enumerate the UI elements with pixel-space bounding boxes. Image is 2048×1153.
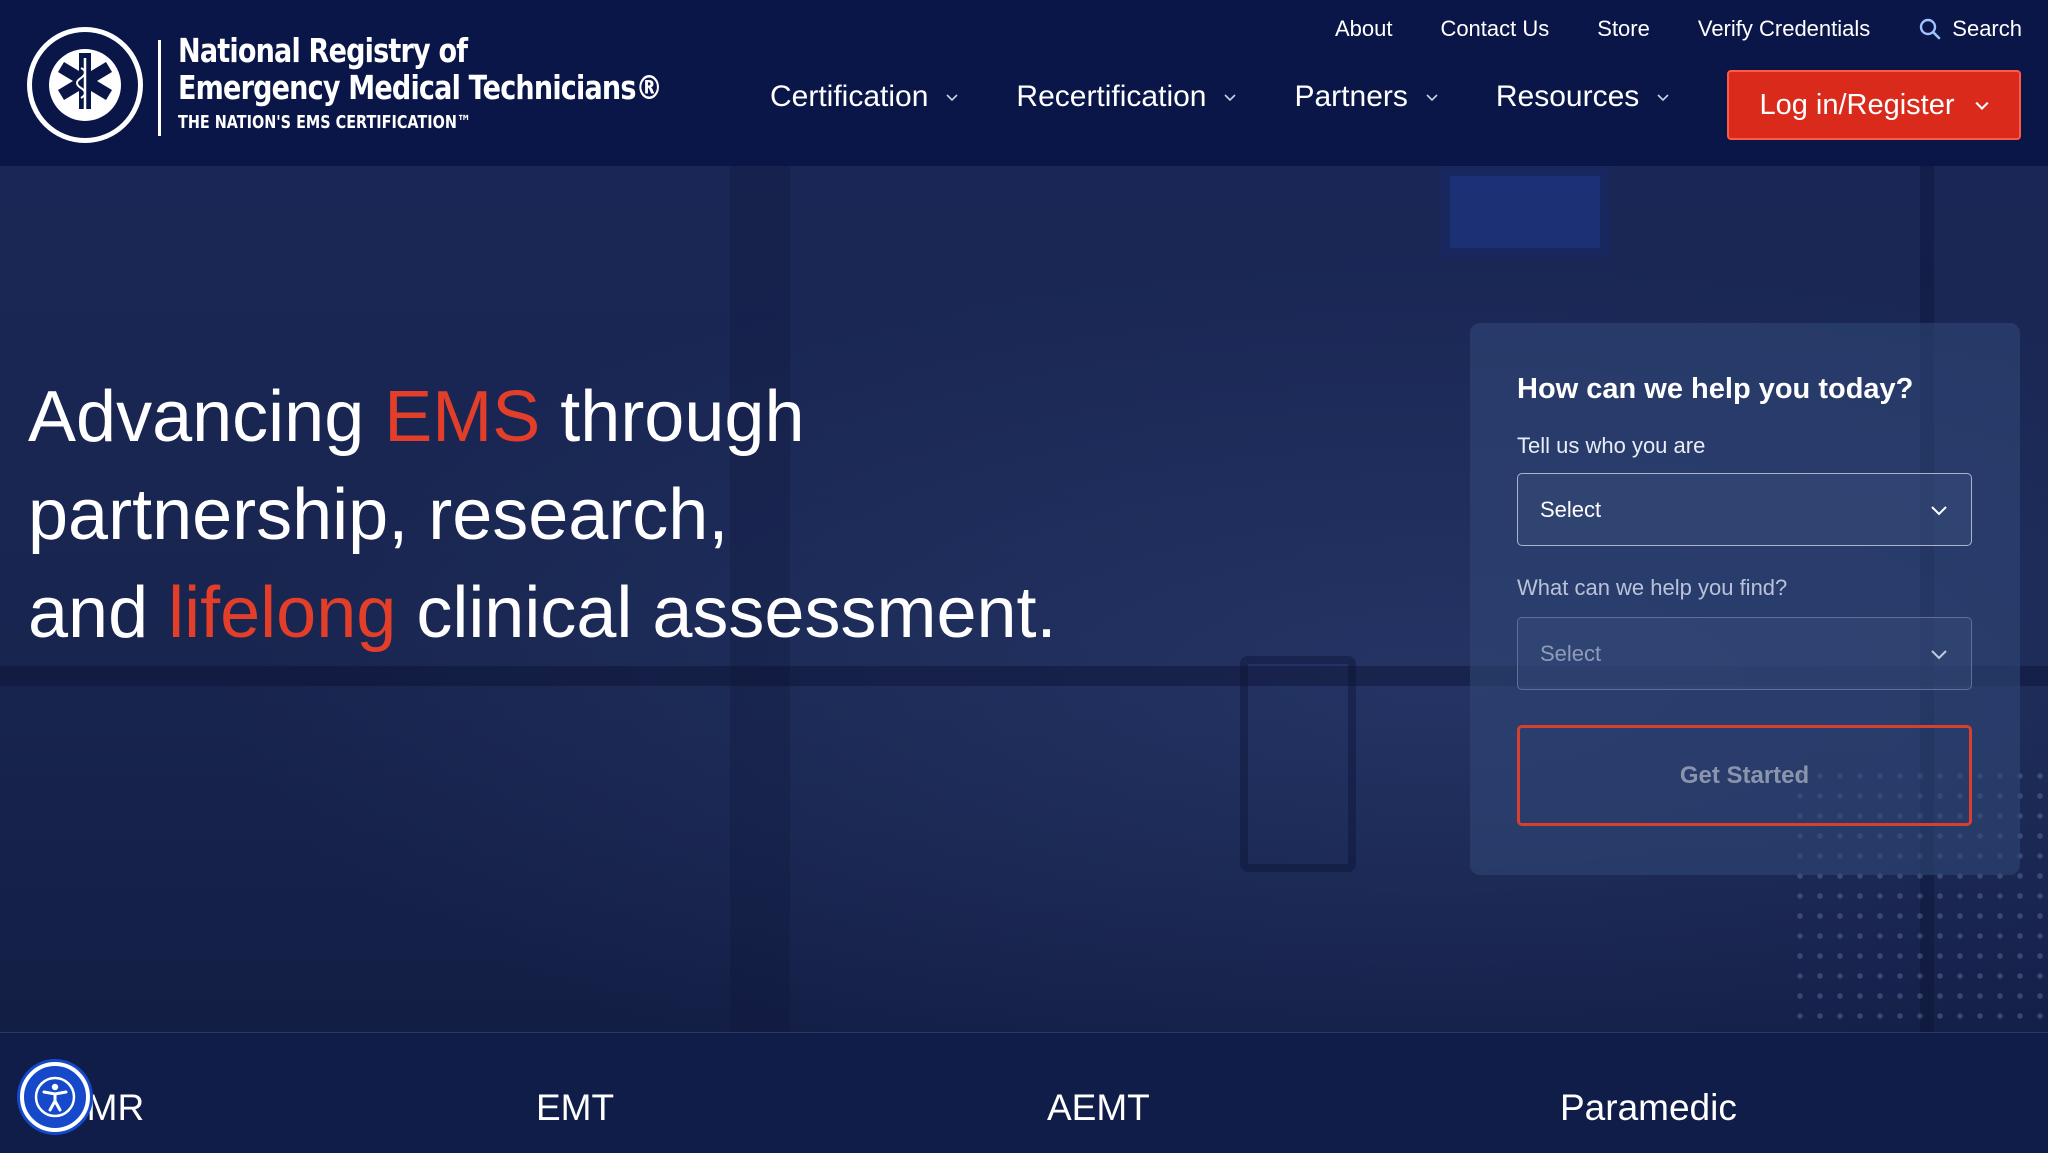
chevron-down-icon	[1931, 649, 1947, 659]
help-finder-card: How can we help you today? Tell us who y…	[1470, 323, 2020, 875]
nav-contact-us[interactable]: Contact Us	[1440, 16, 1549, 42]
site-header: National Registry of Emergency Medical T…	[0, 0, 2048, 166]
logo-tagline: THE NATION'S EMS CERTIFICATION™	[178, 112, 472, 133]
headline-part: partnership, research,	[28, 475, 729, 555]
headline-part: Advancing	[28, 377, 385, 457]
nav-recertification[interactable]: Recertification	[1016, 80, 1237, 114]
headline-highlight-lifelong: lifelong	[168, 573, 397, 653]
get-started-button[interactable]: Get Started	[1517, 725, 1972, 826]
help-find-select[interactable]: Select	[1517, 617, 1972, 690]
nav-certification[interactable]: Certification	[770, 80, 958, 114]
search-link[interactable]: Search	[1918, 16, 2022, 42]
nav-certification-label: Certification	[770, 80, 929, 113]
chevron-down-icon	[1931, 505, 1947, 515]
nav-verify-credentials[interactable]: Verify Credentials	[1698, 16, 1870, 42]
level-emt[interactable]: EMT	[536, 1087, 614, 1129]
help-find-label: What can we help you find?	[1517, 575, 1788, 600]
search-label: Search	[1952, 16, 2022, 41]
nav-about[interactable]: About	[1335, 16, 1393, 42]
utility-nav: About Contact Us Store Verify Credential…	[1335, 16, 2022, 42]
main-nav: Certification Recertification Partners R…	[770, 80, 1669, 114]
chevron-down-icon	[946, 94, 958, 102]
headline-part: through	[540, 377, 805, 457]
logo-divider	[158, 40, 161, 136]
logo-wordmark[interactable]: National Registry of Emergency Medical T…	[178, 34, 768, 132]
level-aemt[interactable]: AEMT	[1047, 1087, 1150, 1129]
nav-store[interactable]: Store	[1597, 16, 1650, 42]
accessibility-icon	[34, 1076, 76, 1118]
login-register-button[interactable]: Log in/Register	[1727, 70, 2021, 140]
accessibility-button[interactable]	[20, 1062, 90, 1132]
chevron-down-icon	[1224, 94, 1237, 102]
headline-part: clinical assessment.	[396, 573, 1057, 653]
hero-headline: Advancing EMS through partnership, resear…	[28, 368, 1188, 662]
get-started-label: Get Started	[1679, 761, 1810, 789]
hero-background-shape	[1240, 656, 1356, 872]
certification-levels-strip: EMR EMT AEMT Paramedic	[0, 1032, 2048, 1153]
nremt-seal-logo[interactable]	[24, 24, 146, 146]
nav-resources[interactable]: Resources	[1496, 80, 1669, 114]
nav-partners[interactable]: Partners	[1294, 80, 1438, 114]
help-card-title: How can we help you today?	[1517, 373, 1914, 405]
nav-partners-label: Partners	[1294, 80, 1408, 113]
nav-recertification-label: Recertification	[1016, 80, 1207, 113]
logo-line-2: Emergency Medical Technicians®	[178, 68, 663, 107]
nav-resources-label: Resources	[1495, 80, 1640, 113]
chevron-down-icon	[1426, 94, 1438, 102]
search-icon	[1920, 18, 1941, 40]
headline-part: and	[28, 573, 169, 653]
who-are-you-select-value: Select	[1540, 496, 1602, 522]
logo-line-1: National Registry of	[178, 31, 468, 70]
who-are-you-select[interactable]: Select	[1517, 473, 1972, 546]
chevron-down-icon	[1974, 101, 1989, 110]
login-register-label: Log in/Register	[1759, 88, 1955, 121]
headline-highlight-ems: EMS	[384, 377, 541, 457]
who-are-you-label: Tell us who you are	[1517, 433, 1706, 458]
help-find-select-value: Select	[1540, 640, 1602, 666]
chevron-down-icon	[1657, 94, 1669, 102]
level-paramedic[interactable]: Paramedic	[1560, 1087, 1737, 1129]
hero-background-shape	[1440, 166, 1610, 258]
